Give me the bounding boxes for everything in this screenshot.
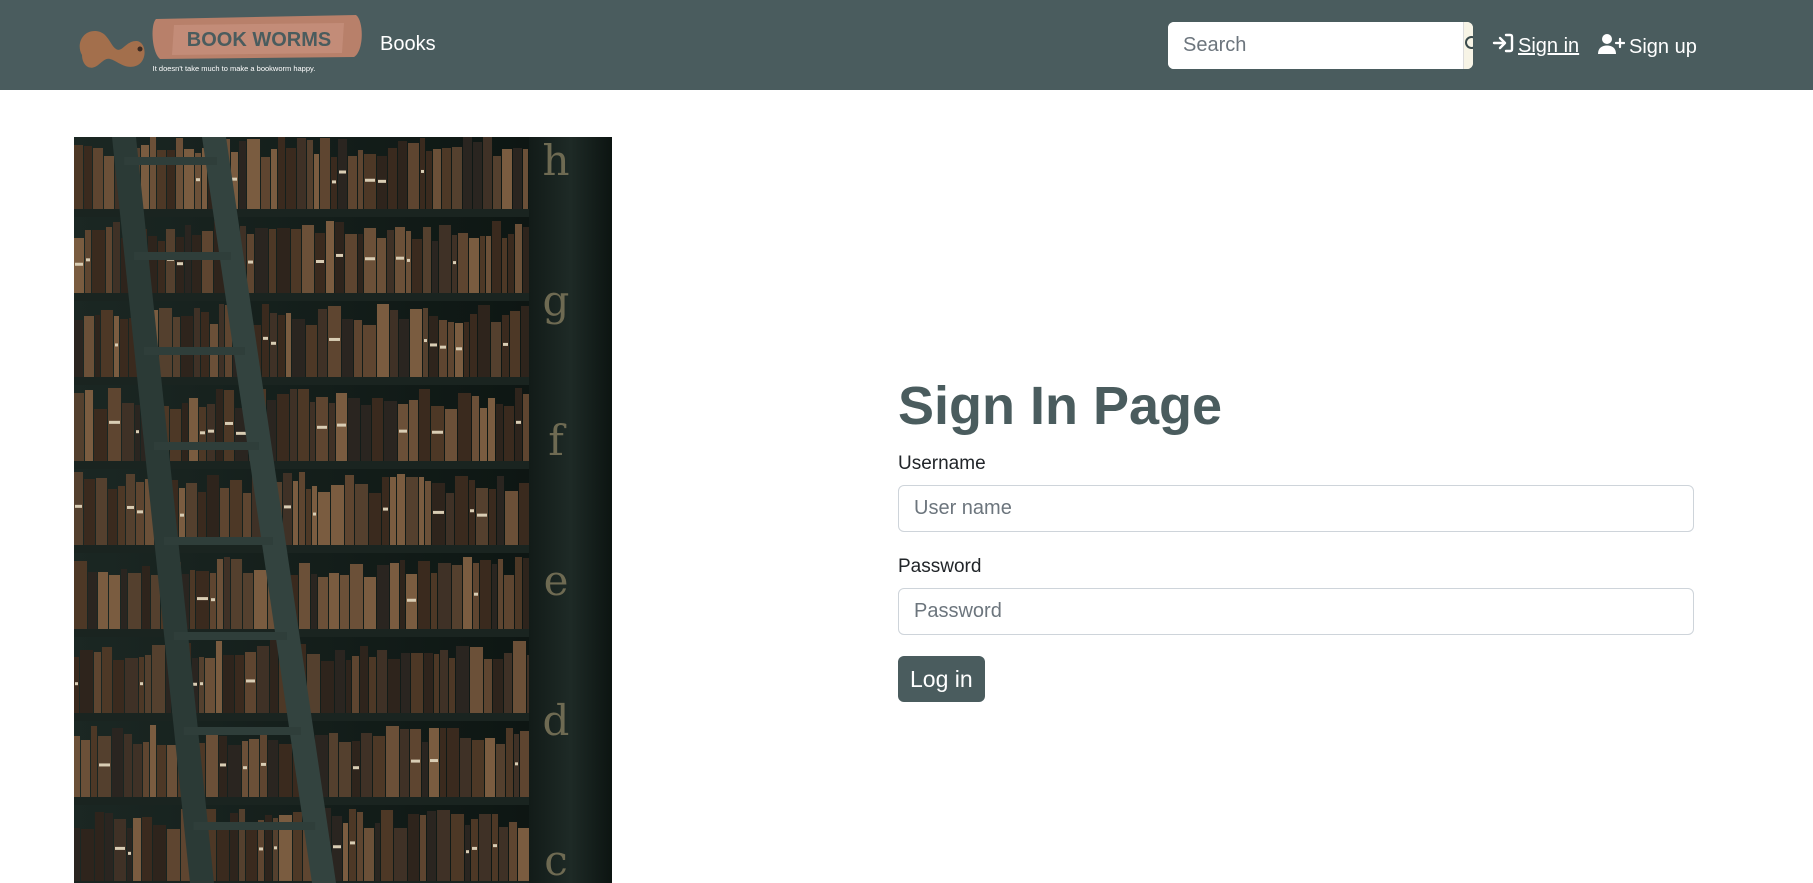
page-title: Sign In Page <box>898 376 1223 436</box>
shelf-letter: c <box>544 836 568 883</box>
password-input[interactable] <box>898 588 1694 635</box>
shelf-letter: e <box>544 556 569 605</box>
sign-in-label: Sign in <box>1518 34 1580 57</box>
nav-sign-in-link[interactable]: Sign in <box>1492 33 1579 59</box>
sign-in-icon <box>1492 33 1514 59</box>
username-label: Username <box>898 453 986 474</box>
nav-sign-up-link[interactable]: Sign up <box>1598 33 1697 61</box>
library-bookshelves-illustration: hgfedc <box>74 137 612 883</box>
search-form <box>1168 22 1473 69</box>
sign-in-form: Sign In Page Username Password Log in <box>898 373 1694 702</box>
search-icon <box>1464 35 1473 56</box>
shelf-letter: h <box>542 137 569 185</box>
user-plus-icon <box>1598 33 1626 61</box>
logo-tagline: It doesn't take much to make a bookworm … <box>153 64 316 73</box>
username-input[interactable] <box>898 485 1694 532</box>
sign-up-label: Sign up <box>1629 35 1697 58</box>
top-navbar: BOOK WORMS It doesn't take much to make … <box>0 0 1813 90</box>
search-button[interactable] <box>1463 22 1473 69</box>
shelf-letter: d <box>543 696 570 745</box>
library-image: hgfedc <box>74 137 612 883</box>
shelf-letter: g <box>543 276 570 325</box>
password-label: Password <box>898 556 982 577</box>
nav-books-link[interactable]: Books <box>380 33 436 56</box>
bookworms-logo[interactable]: BOOK WORMS It doesn't take much to make … <box>74 15 364 75</box>
logo-title: BOOK WORMS <box>187 29 331 51</box>
login-button[interactable]: Log in <box>898 656 985 702</box>
search-input[interactable] <box>1168 22 1463 69</box>
